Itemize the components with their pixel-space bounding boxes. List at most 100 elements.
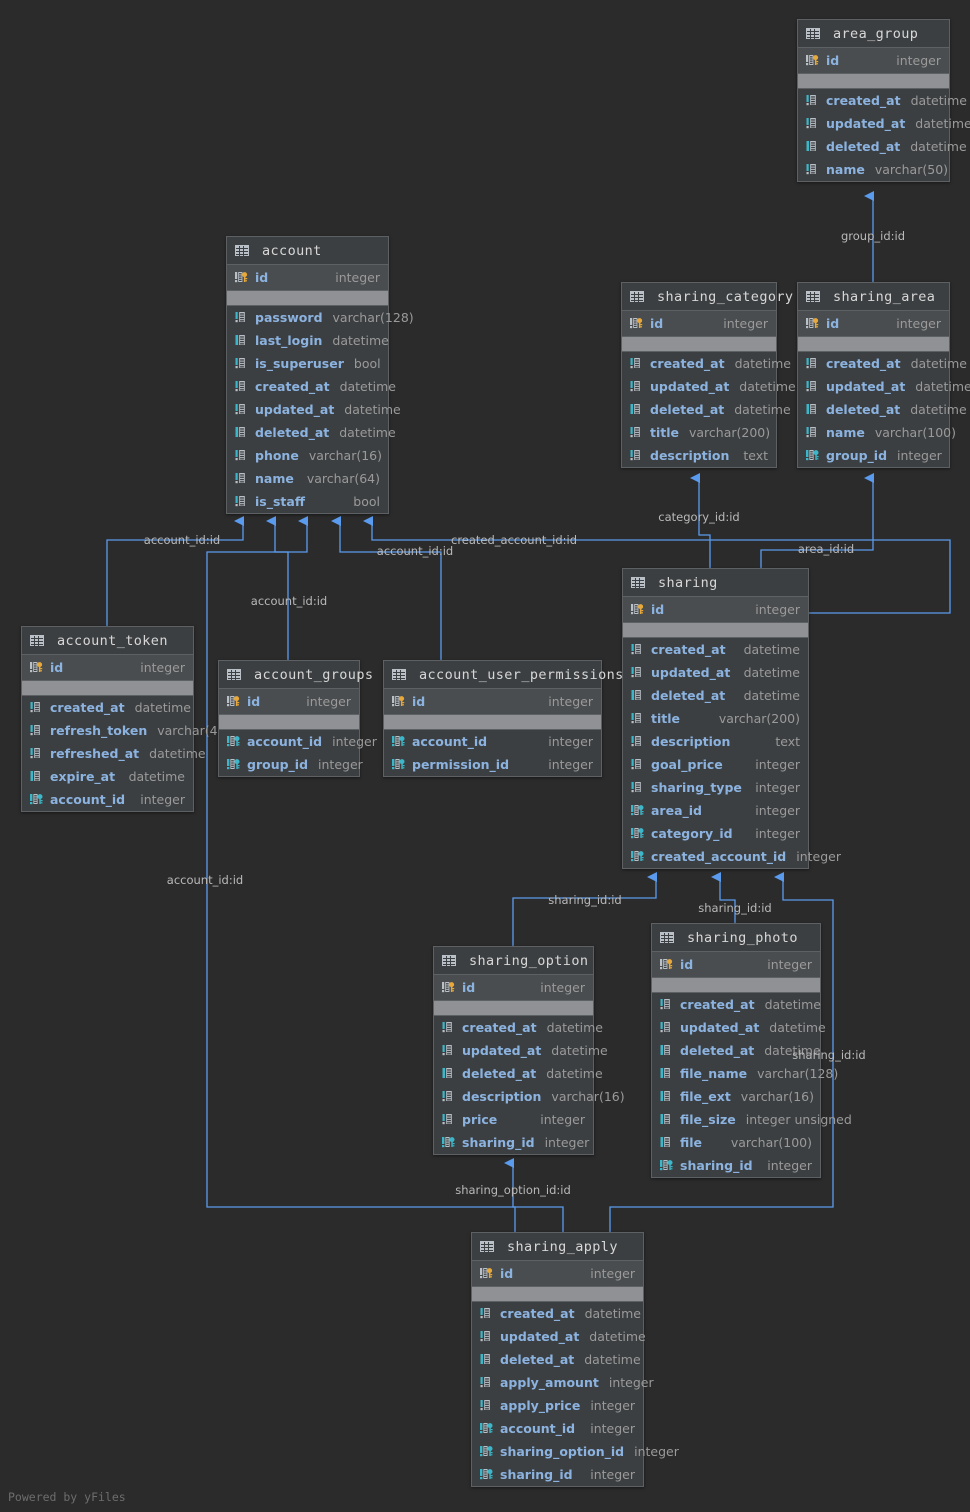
- primary-key-row[interactable]: id integer: [798, 48, 949, 74]
- primary-key-row[interactable]: id integer: [22, 655, 193, 681]
- field-row[interactable]: deleted_at datetime: [798, 398, 967, 421]
- field-row[interactable]: title varchar(200): [623, 707, 808, 730]
- table-scroll-divider[interactable]: [219, 715, 359, 730]
- table-node-sharing_option[interactable]: sharing_option id integer created_at datetim…: [433, 946, 625, 1155]
- edge-e-photo-sharing[interactable]: [711, 872, 736, 923]
- field-row[interactable]: deleted_at datetime: [434, 1062, 603, 1085]
- field-row[interactable]: created_at datetime: [434, 1016, 603, 1039]
- table-scroll-divider[interactable]: [798, 337, 949, 352]
- table-header-area_group[interactable]: area_group: [798, 20, 949, 48]
- field-row[interactable]: description text: [622, 444, 776, 467]
- table-scroll-divider[interactable]: [434, 1001, 593, 1016]
- field-row[interactable]: updated_at datetime: [227, 398, 401, 421]
- field-row[interactable]: sharing_id integer: [434, 1131, 593, 1154]
- primary-key-row[interactable]: id integer: [622, 311, 776, 337]
- field-row[interactable]: file_size integer unsigned: [652, 1108, 852, 1131]
- primary-key-row[interactable]: id integer: [434, 975, 593, 1001]
- table-node-sharing[interactable]: sharing id integer created_at datetime update…: [622, 568, 841, 869]
- table-header-account[interactable]: account: [227, 237, 388, 265]
- field-row[interactable]: name varchar(64): [227, 467, 388, 490]
- field-row[interactable]: updated_at datetime: [652, 1016, 826, 1039]
- field-row[interactable]: updated_at datetime: [472, 1325, 646, 1348]
- field-row[interactable]: created_at datetime: [22, 696, 193, 719]
- field-row[interactable]: sharing_id integer: [472, 1463, 643, 1486]
- primary-key-row[interactable]: id integer: [219, 689, 359, 715]
- field-row[interactable]: created_account_id integer: [623, 845, 841, 868]
- primary-key-row[interactable]: id integer: [472, 1261, 643, 1287]
- table-header-account_user_permissions[interactable]: account_user_permissions: [384, 661, 623, 689]
- primary-key-row[interactable]: id integer: [227, 265, 388, 291]
- field-row[interactable]: deleted_at datetime: [227, 421, 396, 444]
- table-node-sharing_area[interactable]: sharing_area id integer created_at datetime u…: [797, 282, 970, 468]
- field-row[interactable]: deleted_at datetime: [472, 1348, 643, 1371]
- table-node-account[interactable]: account id integer password varchar(128) last…: [226, 236, 414, 514]
- field-row[interactable]: deleted_at datetime: [622, 398, 791, 421]
- field-row[interactable]: account_id integer: [384, 730, 601, 753]
- edge-e-groups-account[interactable]: [266, 516, 289, 660]
- field-row[interactable]: phone varchar(16): [227, 444, 388, 467]
- table-header-account_token[interactable]: account_token: [22, 627, 193, 655]
- table-header-sharing_option[interactable]: sharing_option: [434, 947, 593, 975]
- field-row[interactable]: apply_amount integer: [472, 1371, 654, 1394]
- table-scroll-divider[interactable]: [22, 681, 193, 696]
- primary-key-row[interactable]: id integer: [623, 597, 808, 623]
- field-row[interactable]: goal_price integer: [623, 753, 808, 776]
- table-node-sharing_category[interactable]: sharing_category id integer created_at datet…: [621, 282, 796, 468]
- field-row[interactable]: updated_at datetime: [623, 661, 808, 684]
- field-row[interactable]: refresh_token varchar(43): [22, 719, 230, 742]
- field-row[interactable]: expire_at datetime: [22, 765, 193, 788]
- primary-key-row[interactable]: id integer: [652, 952, 820, 978]
- field-row[interactable]: permission_id integer: [384, 753, 601, 776]
- field-row[interactable]: password varchar(128): [227, 306, 414, 329]
- field-row[interactable]: sharing_id integer: [652, 1154, 820, 1177]
- field-row[interactable]: updated_at datetime: [798, 112, 970, 135]
- table-node-account_groups[interactable]: account_groups id integer account_id integer…: [218, 660, 377, 777]
- field-row[interactable]: last_login datetime: [227, 329, 389, 352]
- field-row[interactable]: created_at datetime: [622, 352, 791, 375]
- table-scroll-divider[interactable]: [622, 337, 776, 352]
- edge-e-option-sharing[interactable]: [512, 872, 657, 946]
- table-scroll-divider[interactable]: [798, 74, 949, 89]
- primary-key-row[interactable]: id integer: [384, 689, 601, 715]
- field-row[interactable]: created_at datetime: [472, 1302, 643, 1325]
- table-scroll-divider[interactable]: [652, 978, 820, 993]
- field-row[interactable]: deleted_at datetime: [798, 135, 967, 158]
- field-row[interactable]: name varchar(100): [798, 421, 956, 444]
- field-row[interactable]: is_superuser bool: [227, 352, 388, 375]
- field-row[interactable]: deleted_at datetime: [623, 684, 808, 707]
- field-row[interactable]: created_at datetime: [623, 638, 808, 661]
- field-row[interactable]: is_staff bool: [227, 490, 388, 513]
- table-scroll-divider[interactable]: [623, 623, 808, 638]
- field-row[interactable]: area_id integer: [623, 799, 808, 822]
- edge-e-perm-account[interactable]: [331, 516, 442, 660]
- table-header-sharing[interactable]: sharing: [623, 569, 808, 597]
- table-node-account_token[interactable]: account_token id integer created_at datetime…: [21, 626, 230, 812]
- field-row[interactable]: description text: [623, 730, 808, 753]
- field-row[interactable]: account_id integer: [219, 730, 377, 753]
- field-row[interactable]: file varchar(100): [652, 1131, 820, 1154]
- field-row[interactable]: title varchar(200): [622, 421, 776, 444]
- primary-key-row[interactable]: id integer: [798, 311, 949, 337]
- table-scroll-divider[interactable]: [384, 715, 601, 730]
- table-header-sharing_apply[interactable]: sharing_apply: [472, 1233, 643, 1261]
- field-row[interactable]: group_id integer: [219, 753, 363, 776]
- table-header-account_groups[interactable]: account_groups: [219, 661, 373, 689]
- field-row[interactable]: account_id integer: [472, 1417, 643, 1440]
- field-row[interactable]: sharing_type integer: [623, 776, 808, 799]
- field-row[interactable]: apply_price integer: [472, 1394, 643, 1417]
- field-row[interactable]: group_id integer: [798, 444, 949, 467]
- table-header-sharing_category[interactable]: sharing_category: [622, 283, 793, 311]
- field-row[interactable]: updated_at datetime: [798, 375, 970, 398]
- field-row[interactable]: updated_at datetime: [622, 375, 796, 398]
- table-scroll-divider[interactable]: [227, 291, 388, 306]
- field-row[interactable]: created_at datetime: [652, 993, 821, 1016]
- field-row[interactable]: category_id integer: [623, 822, 808, 845]
- field-row[interactable]: created_at datetime: [798, 89, 967, 112]
- field-row[interactable]: file_name varchar(128): [652, 1062, 838, 1085]
- field-row[interactable]: updated_at datetime: [434, 1039, 608, 1062]
- edge-e-apply-option[interactable]: [504, 1158, 564, 1232]
- field-row[interactable]: created_at datetime: [798, 352, 967, 375]
- field-row[interactable]: description varchar(16): [434, 1085, 625, 1108]
- field-row[interactable]: file_ext varchar(16): [652, 1085, 820, 1108]
- table-node-account_user_permissions[interactable]: account_user_permissions id integer account…: [383, 660, 623, 777]
